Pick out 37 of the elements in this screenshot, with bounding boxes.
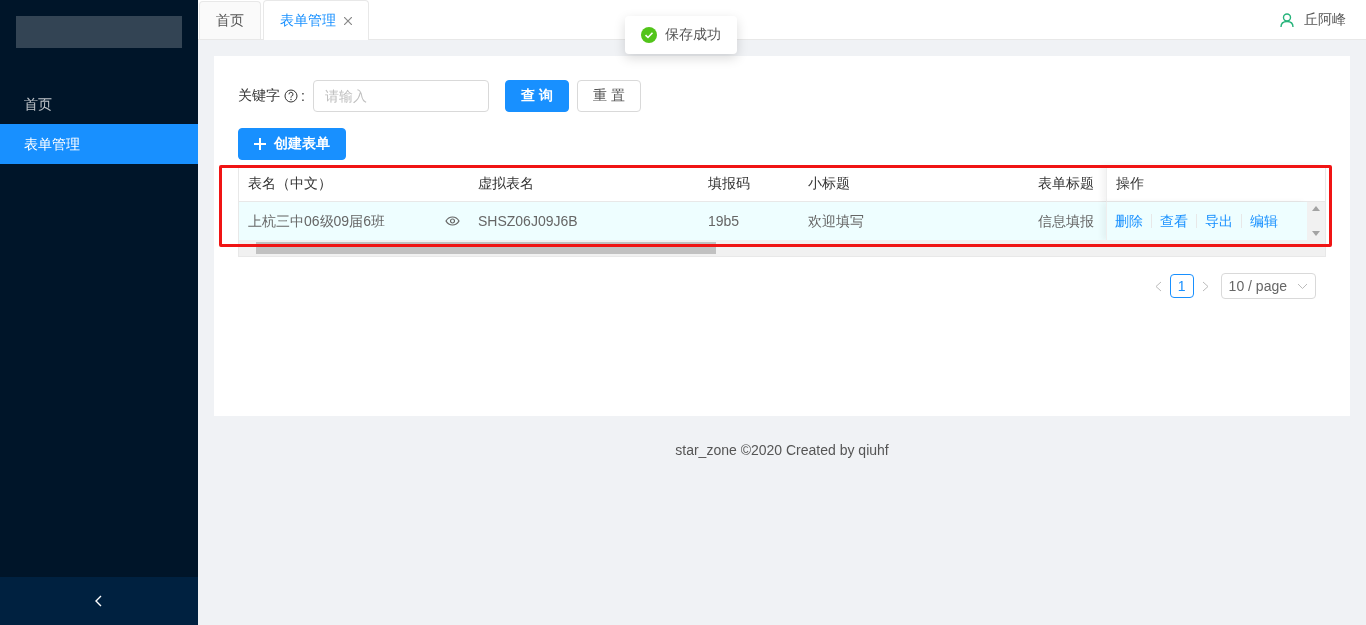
keyword-field[interactable]: 请输入 (312, 80, 489, 112)
previous-page-icon[interactable] (1154, 280, 1162, 292)
field-label: 关键字 (238, 87, 280, 105)
tab[interactable]: 表单管理 (263, 0, 369, 40)
action-link[interactable]: 编辑 (1250, 202, 1278, 240)
toast: 保存成功 (625, 16, 737, 54)
table-cell: 信息填报 (1038, 213, 1094, 229)
page-button[interactable]: 1 (1169, 274, 1194, 298)
action-link[interactable]: 导出 (1205, 202, 1233, 240)
colon: : (301, 88, 305, 104)
search-button[interactable]: 查 询 (504, 80, 569, 112)
sidebar-item[interactable]: 表单管理 (0, 124, 198, 164)
action-link[interactable]: 查看 (1160, 202, 1188, 240)
footer-text: star_zone ©2020 Created by qiuhf (675, 442, 889, 458)
scroll-down-icon[interactable] (1312, 231, 1320, 236)
action-link[interactable]: 删除 (1115, 202, 1143, 240)
chevron-left-icon[interactable] (95, 595, 103, 607)
check-circle-icon (641, 27, 657, 43)
sidebar-item[interactable]: 首页 (0, 84, 198, 124)
page-size-select[interactable]: 10 / page (1220, 273, 1316, 299)
chevron-down-icon (1297, 282, 1308, 290)
user-name[interactable]: 丘阿峰 (1304, 10, 1346, 29)
scroll-up-icon[interactable] (1312, 206, 1320, 211)
reset-button[interactable]: 重 置 (576, 80, 641, 112)
table-cell: SHSZ06J09J6B (478, 213, 578, 229)
table-cell-text: 上杭三中06级09届6班 (248, 212, 385, 231)
tab[interactable]: 首页 (199, 1, 261, 39)
eye-icon[interactable] (445, 216, 460, 226)
plus-icon (254, 138, 266, 150)
vertical-scrollbar[interactable] (1307, 202, 1325, 240)
close-icon[interactable] (344, 16, 352, 25)
help-icon (284, 89, 298, 103)
table-cell: 欢迎填写 (808, 213, 864, 229)
table-cell: 19b5 (708, 213, 740, 229)
create-form-button[interactable]: 创建表单 (238, 128, 346, 160)
next-page-icon[interactable] (1201, 280, 1209, 292)
user-icon (1280, 12, 1294, 27)
